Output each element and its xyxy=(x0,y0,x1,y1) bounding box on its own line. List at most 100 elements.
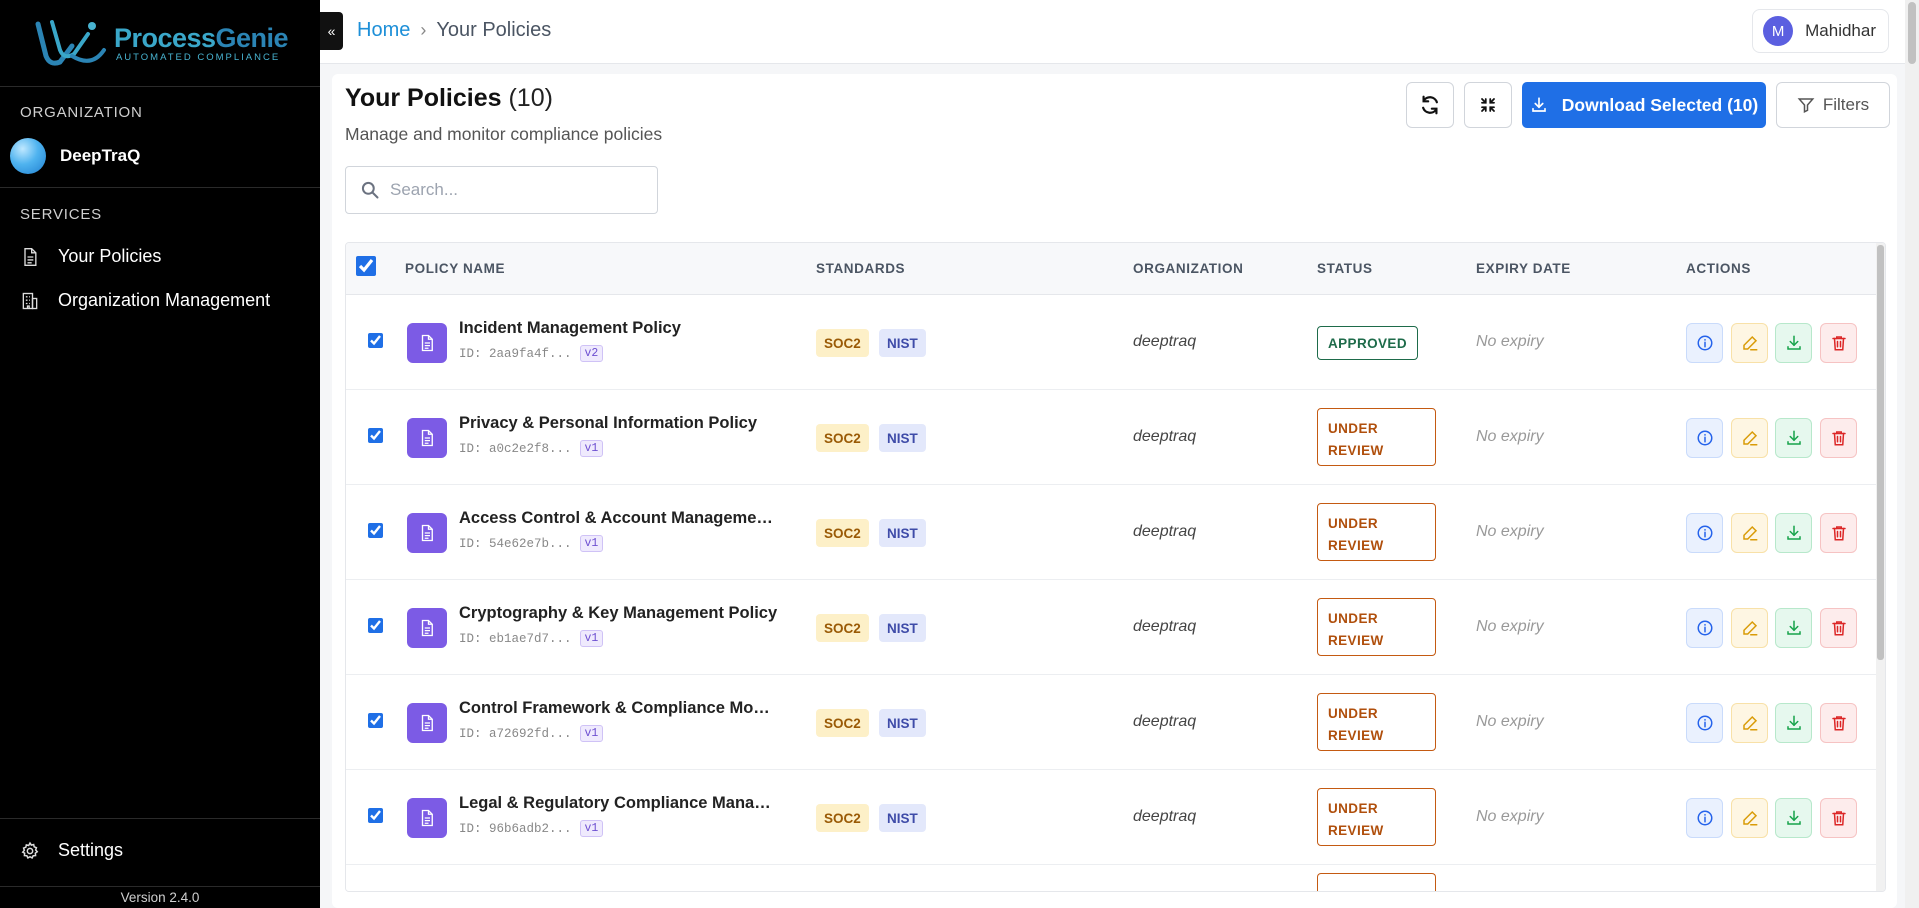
delete-button[interactable] xyxy=(1820,798,1857,838)
status-badge-partial xyxy=(1317,873,1436,891)
brand-logo[interactable]: ProcessGenie AUTOMATED COMPLIANCE xyxy=(0,0,320,87)
breadcrumb-home-link[interactable]: Home xyxy=(357,19,410,42)
policy-name[interactable]: Legal & Regulatory Compliance Manage... xyxy=(459,794,779,813)
user-name: Mahidhar xyxy=(1805,21,1876,40)
policy-name[interactable]: Cryptography & Key Management Policy xyxy=(459,604,777,623)
organization-cell: deeptraq xyxy=(1133,523,1197,540)
expiry-date: No expiry xyxy=(1476,808,1544,825)
column-header-standards[interactable]: STANDARDS xyxy=(816,261,905,276)
version-badge: v1 xyxy=(579,820,604,837)
expiry-date: No expiry xyxy=(1476,333,1544,350)
standard-badge-nist: NIST xyxy=(879,804,926,832)
info-button[interactable] xyxy=(1686,703,1723,743)
collapse-sidebar-button[interactable]: « xyxy=(320,12,343,50)
download-button[interactable] xyxy=(1775,323,1812,363)
column-header-policy-name[interactable]: POLICY NAME xyxy=(405,261,505,276)
user-menu-button[interactable]: M Mahidhar xyxy=(1752,9,1889,53)
version-badge: v1 xyxy=(579,535,604,552)
policies-panel: Your Policies (10) Manage and monitor co… xyxy=(332,74,1897,908)
table-row[interactable]: Cryptography & Key Management Policy ID:… xyxy=(346,580,1878,675)
edit-button[interactable] xyxy=(1731,323,1768,363)
search-input[interactable] xyxy=(390,180,640,200)
table-row[interactable]: Access Control & Account Management... I… xyxy=(346,485,1878,580)
download-button[interactable] xyxy=(1775,798,1812,838)
policy-name[interactable]: Access Control & Account Management... xyxy=(459,509,779,528)
document-icon xyxy=(407,418,447,458)
row-checkbox[interactable] xyxy=(368,523,383,538)
row-checkbox[interactable] xyxy=(368,428,383,443)
column-header-expiry-date[interactable]: EXPIRY DATE xyxy=(1476,261,1571,276)
info-button[interactable] xyxy=(1686,608,1723,648)
delete-button[interactable] xyxy=(1820,703,1857,743)
processgenie-logo-icon xyxy=(35,20,106,66)
pencil-icon xyxy=(1742,715,1757,731)
download-icon xyxy=(1786,430,1801,445)
filters-button[interactable]: Filters xyxy=(1776,82,1890,128)
delete-button[interactable] xyxy=(1820,418,1857,458)
download-selected-button[interactable]: Download Selected (10) xyxy=(1522,82,1766,128)
organization-cell: deeptraq xyxy=(1133,333,1197,350)
edit-button[interactable] xyxy=(1731,418,1768,458)
policy-meta: ID: eb1ae7d7... v1 xyxy=(459,630,604,647)
info-button[interactable] xyxy=(1686,798,1723,838)
info-button[interactable] xyxy=(1686,418,1723,458)
download-button[interactable] xyxy=(1775,418,1812,458)
standard-badge-nist: NIST xyxy=(879,614,926,642)
refresh-button[interactable] xyxy=(1406,82,1454,128)
standard-badge-soc2: SOC2 xyxy=(816,804,869,832)
fullscreen-button[interactable] xyxy=(1464,82,1512,128)
edit-button[interactable] xyxy=(1731,513,1768,553)
policy-name[interactable]: Incident Management Policy xyxy=(459,319,681,338)
policy-name[interactable]: Privacy & Personal Information Policy xyxy=(459,414,757,433)
version-badge: v1 xyxy=(579,440,604,457)
trash-icon xyxy=(1831,716,1846,731)
edit-button[interactable] xyxy=(1731,703,1768,743)
edit-button[interactable] xyxy=(1731,798,1768,838)
user-avatar: M xyxy=(1763,16,1794,46)
column-header-status[interactable]: STATUS xyxy=(1317,261,1373,276)
row-checkbox[interactable] xyxy=(368,618,383,633)
download-button[interactable] xyxy=(1775,703,1812,743)
info-button[interactable] xyxy=(1686,513,1723,553)
delete-button[interactable] xyxy=(1820,323,1857,363)
organization-cell: deeptraq xyxy=(1133,713,1197,730)
edit-button[interactable] xyxy=(1731,608,1768,648)
sidebar-item-organization-management[interactable]: Organization Management xyxy=(20,290,270,311)
select-all-checkbox[interactable] xyxy=(356,256,376,276)
sidebar-item-settings[interactable]: Settings xyxy=(20,840,123,861)
filter-icon xyxy=(1797,98,1815,113)
page-scrollbar[interactable] xyxy=(1905,0,1919,908)
table-row[interactable]: Control Framework & Compliance Monit... … xyxy=(346,675,1878,770)
download-button[interactable] xyxy=(1775,608,1812,648)
version-badge: v1 xyxy=(579,725,604,742)
download-button[interactable] xyxy=(1775,513,1812,553)
column-header-organization[interactable]: ORGANIZATION xyxy=(1133,261,1243,276)
info-icon xyxy=(1697,810,1712,826)
status-badge: UNDER REVIEW xyxy=(1317,693,1436,751)
pencil-icon xyxy=(1742,335,1757,351)
row-checkbox[interactable] xyxy=(368,713,383,728)
policy-name[interactable]: Control Framework & Compliance Monit... xyxy=(459,699,779,718)
table-scrollbar-thumb[interactable] xyxy=(1877,245,1884,660)
table-row[interactable]: Legal & Regulatory Compliance Manage... … xyxy=(346,770,1878,865)
row-checkbox[interactable] xyxy=(368,808,383,823)
building-icon xyxy=(22,292,38,309)
delete-button[interactable] xyxy=(1820,608,1857,648)
table-row[interactable]: Incident Management Policy ID: 2aa9fa4f.… xyxy=(346,295,1878,390)
policy-meta: ID: a0c2e2f8... v1 xyxy=(459,440,604,457)
table-scrollbar[interactable] xyxy=(1876,243,1885,891)
search-box[interactable] xyxy=(345,166,658,214)
info-icon xyxy=(1697,525,1712,541)
info-button[interactable] xyxy=(1686,323,1723,363)
policy-id: ID: a72692fd... xyxy=(459,726,572,741)
policy-id: ID: 2aa9fa4f... xyxy=(459,346,572,361)
sidebar-item-your-policies[interactable]: Your Policies xyxy=(20,246,161,267)
page-scrollbar-thumb[interactable] xyxy=(1908,2,1916,64)
download-icon xyxy=(1786,335,1801,350)
standard-badge-soc2: SOC2 xyxy=(816,709,869,737)
info-icon xyxy=(1697,620,1712,636)
organization-selector[interactable]: DeepTraQ xyxy=(10,138,140,174)
row-checkbox[interactable] xyxy=(368,333,383,348)
table-row[interactable]: Privacy & Personal Information Policy ID… xyxy=(346,390,1878,485)
delete-button[interactable] xyxy=(1820,513,1857,553)
